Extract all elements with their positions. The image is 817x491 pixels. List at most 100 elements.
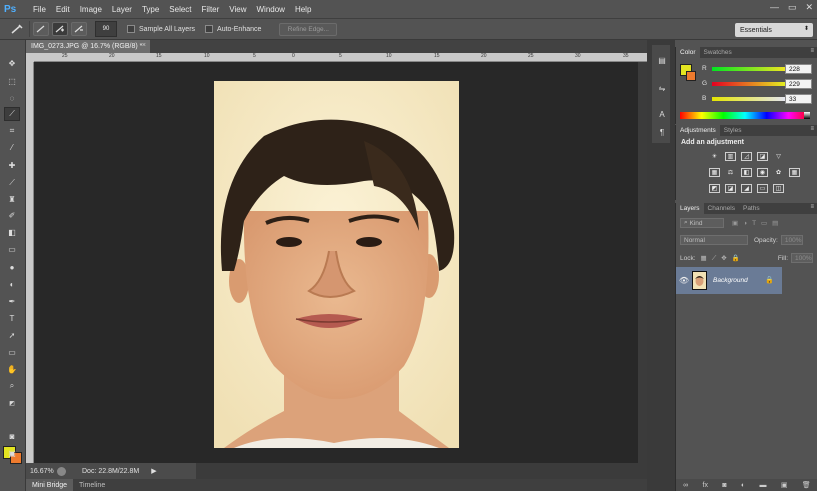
add-to-selection-button[interactable] bbox=[52, 22, 68, 36]
menu-help[interactable]: Help bbox=[290, 5, 316, 14]
new-layer-icon[interactable]: ▣ bbox=[781, 481, 788, 489]
menu-view[interactable]: View bbox=[224, 5, 251, 14]
vibrance-icon[interactable]: ▽ bbox=[773, 152, 784, 161]
menu-select[interactable]: Select bbox=[164, 5, 196, 14]
red-slider[interactable] bbox=[712, 67, 790, 71]
eyedropper-tool[interactable]: ⁄ bbox=[4, 140, 20, 154]
tab-styles[interactable]: Styles bbox=[720, 125, 746, 136]
fill-input[interactable]: 100% bbox=[791, 253, 813, 263]
zoom-tool[interactable]: ⌕ bbox=[4, 379, 20, 393]
subtract-from-selection-button[interactable] bbox=[71, 22, 87, 36]
zoom-level[interactable]: 16.67% bbox=[26, 468, 57, 475]
color-spectrum-ramp[interactable] bbox=[680, 112, 810, 119]
filter-kind-dropdown[interactable]: ⌕ Kind bbox=[680, 218, 724, 228]
sample-all-layers-checkbox[interactable]: Sample All Layers bbox=[127, 25, 195, 33]
workspace-switcher[interactable]: Essentials ⬍ bbox=[735, 23, 813, 37]
restore-button[interactable]: ▭ bbox=[788, 2, 797, 13]
dodge-tool[interactable]: ◐ bbox=[4, 277, 20, 291]
delete-layer-icon[interactable]: 🗑 bbox=[802, 481, 811, 489]
black-white-ramp[interactable] bbox=[804, 112, 810, 119]
history-brush-tool[interactable]: ✐ bbox=[4, 208, 20, 222]
panel-menu-icon[interactable]: ≡ bbox=[810, 48, 814, 54]
add-mask-icon[interactable]: ◙ bbox=[722, 482, 726, 489]
quick-mask-button[interactable]: ◙ bbox=[4, 429, 20, 443]
blend-mode-dropdown[interactable]: Normal bbox=[680, 235, 748, 245]
lock-icons[interactable]: ▦⟋✥🔒 bbox=[701, 254, 745, 263]
filter-type-icons[interactable]: ▣◑T▭▤ bbox=[732, 219, 783, 227]
menu-filter[interactable]: Filter bbox=[197, 5, 225, 14]
panel-menu-icon[interactable]: ≡ bbox=[810, 126, 814, 132]
pen-tool[interactable]: ✒ bbox=[4, 294, 20, 308]
panel-menu-icon[interactable]: ≡ bbox=[810, 204, 814, 210]
close-tab-icon[interactable]: × bbox=[142, 42, 146, 49]
quick-selection-tool[interactable]: ⟋ bbox=[4, 107, 20, 121]
levels-icon[interactable]: ▥ bbox=[725, 152, 736, 161]
hand-tool[interactable]: ✋ bbox=[4, 362, 20, 376]
brightness-contrast-icon[interactable]: ☀ bbox=[709, 152, 720, 161]
type-tool[interactable]: T bbox=[4, 311, 20, 325]
color-balance-icon[interactable]: ⚖ bbox=[725, 168, 736, 177]
menu-image[interactable]: Image bbox=[75, 5, 107, 14]
tool-preset-picker[interactable] bbox=[4, 21, 30, 37]
blur-tool[interactable]: ● bbox=[4, 260, 20, 274]
link-layers-icon[interactable]: ∞ bbox=[683, 482, 688, 489]
eraser-tool[interactable]: ◧ bbox=[4, 225, 20, 239]
horizontal-ruler[interactable]: 25 20 15 10 5 0 5 10 15 20 25 30 35 bbox=[34, 53, 647, 62]
photo-filter-icon[interactable]: ◉ bbox=[757, 168, 768, 177]
layer-row-background[interactable]: 👁 Background 🔒 bbox=[676, 267, 782, 294]
marquee-tool[interactable]: ⬚ bbox=[4, 74, 20, 88]
tab-layers[interactable]: Layers bbox=[676, 203, 704, 214]
horizontal-scrollbar[interactable] bbox=[196, 463, 647, 479]
curves-icon[interactable]: ◿ bbox=[741, 152, 752, 161]
red-value-input[interactable]: 228 bbox=[785, 64, 812, 74]
history-panel-icon[interactable]: ▤ bbox=[656, 54, 668, 66]
tab-color[interactable]: Color bbox=[676, 47, 700, 58]
shape-tool[interactable]: ▭ bbox=[4, 345, 20, 359]
tab-adjustments[interactable]: Adjustments bbox=[676, 125, 720, 136]
brush-tool[interactable]: ⟋ bbox=[4, 176, 20, 190]
selective-color-icon[interactable]: ◫ bbox=[773, 184, 784, 193]
tab-mini-bridge[interactable]: Mini Bridge bbox=[26, 479, 74, 491]
screen-mode-button[interactable]: ▣ bbox=[4, 446, 20, 460]
channel-mixer-icon[interactable]: ✿ bbox=[773, 168, 784, 177]
crop-tool[interactable]: ⌗ bbox=[4, 124, 20, 138]
brush-picker[interactable]: 90 bbox=[95, 21, 117, 37]
layer-style-icon[interactable]: fx bbox=[703, 482, 708, 489]
menu-layer[interactable]: Layer bbox=[107, 5, 137, 14]
healing-brush-tool[interactable]: ✚ bbox=[4, 158, 20, 172]
tab-channels[interactable]: Channels bbox=[704, 203, 739, 214]
gradient-map-icon[interactable]: ▭ bbox=[757, 184, 768, 193]
color-lookup-icon[interactable]: ▦ bbox=[789, 168, 800, 177]
opacity-input[interactable]: 100% bbox=[780, 235, 803, 245]
menu-file[interactable]: File bbox=[28, 5, 51, 14]
posterize-icon[interactable]: ◪ bbox=[725, 184, 736, 193]
green-slider[interactable] bbox=[712, 82, 790, 86]
invert-icon[interactable]: ◩ bbox=[709, 184, 720, 193]
auto-enhance-checkbox[interactable]: Auto-Enhance bbox=[205, 25, 261, 33]
refine-edge-button[interactable]: Refine Edge... bbox=[279, 22, 338, 36]
blue-slider[interactable] bbox=[712, 97, 790, 101]
new-group-icon[interactable]: ▬ bbox=[760, 482, 767, 489]
lasso-tool[interactable]: ◌ bbox=[4, 91, 20, 105]
blue-value-input[interactable]: 33 bbox=[785, 94, 812, 104]
exposure-icon[interactable]: ◪ bbox=[757, 152, 768, 161]
move-tool[interactable]: ✥ bbox=[4, 56, 20, 70]
adjustment-layer-icon[interactable]: ◐ bbox=[741, 482, 745, 489]
visibility-eye-icon[interactable]: 👁 bbox=[676, 276, 692, 285]
paragraph-panel-icon[interactable]: ¶ bbox=[656, 126, 668, 138]
path-selection-tool[interactable]: ➚ bbox=[4, 328, 20, 342]
new-selection-button[interactable] bbox=[33, 22, 49, 36]
default-colors-icon[interactable]: ◩ bbox=[4, 396, 20, 410]
menu-window[interactable]: Window bbox=[252, 5, 290, 14]
document-image[interactable] bbox=[214, 81, 459, 448]
gradient-tool[interactable]: ▭ bbox=[4, 242, 20, 256]
document-tab[interactable]: IMG_0273.JPG @ 16.7% (RGB/8) * × bbox=[26, 40, 150, 53]
share-icon[interactable] bbox=[57, 466, 66, 476]
menu-type[interactable]: Type bbox=[137, 5, 164, 14]
tab-paths[interactable]: Paths bbox=[739, 203, 764, 214]
menu-edit[interactable]: Edit bbox=[51, 5, 75, 14]
minimize-button[interactable]: — bbox=[770, 2, 779, 13]
green-value-input[interactable]: 229 bbox=[785, 79, 812, 89]
black-white-icon[interactable]: ◧ bbox=[741, 168, 752, 177]
threshold-icon[interactable]: ◢ bbox=[741, 184, 752, 193]
